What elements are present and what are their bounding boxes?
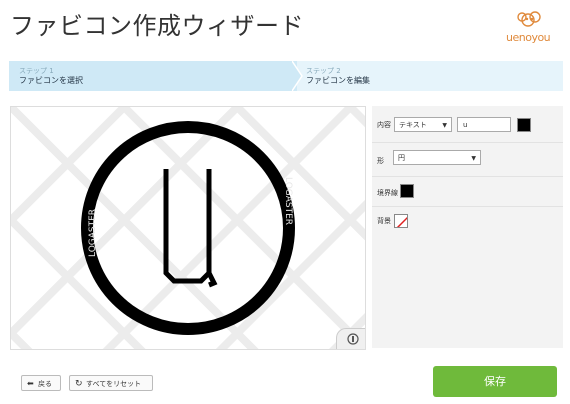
content-label: 内容 <box>377 121 391 129</box>
watermark-pattern <box>11 107 365 349</box>
content-text-input[interactable]: u <box>457 117 511 132</box>
shape-value: 円 <box>398 154 405 162</box>
wizard-steps: ステップ 1 ファビコンを選択 ステップ 2 ファビコンを編集 <box>9 61 563 91</box>
favicon-preview: LOGASTER LOGASTER <box>10 106 366 350</box>
refresh-icon: ↻ <box>75 379 83 389</box>
chevron-down-icon: ▼ <box>471 155 476 162</box>
content-row: 内容 テキスト ▼ u <box>372 106 563 143</box>
zoom-button[interactable] <box>336 328 365 349</box>
border-label: 境界線 <box>377 189 398 197</box>
page-title: ファビコン作成ウィザード <box>10 12 304 40</box>
logo-text: uenoyou <box>506 31 551 44</box>
step-arrow-icon <box>292 61 303 91</box>
reset-button[interactable]: ↻ すべてをリセット <box>69 375 153 391</box>
settings-panel: 内容 テキスト ▼ u 形 円 ▼ 境界線 背景 <box>372 106 563 348</box>
content-type-select[interactable]: テキスト ▼ <box>394 117 452 132</box>
no-color-icon <box>396 216 407 227</box>
arrow-left-icon: ⬅ <box>27 379 34 388</box>
watermark-text: LOGASTER <box>88 209 98 257</box>
content-text-value: u <box>463 121 468 129</box>
chevron-down-icon: ▼ <box>442 122 447 129</box>
shape-row: 形 円 ▼ <box>372 143 563 177</box>
favicon-canvas: LOGASTER LOGASTER <box>11 107 365 349</box>
background-color-swatch[interactable] <box>394 214 408 228</box>
step-2-label: ファビコンを編集 <box>306 76 370 85</box>
step-1[interactable]: ステップ 1 ファビコンを選択 <box>9 61 297 91</box>
border-color-swatch[interactable] <box>400 184 414 198</box>
border-row: 境界線 <box>372 177 563 207</box>
shape-label: 形 <box>377 157 384 165</box>
back-label: 戻る <box>38 380 52 388</box>
background-row: 背景 <box>372 207 563 234</box>
step-1-label: ファビコンを選択 <box>19 76 83 85</box>
save-button[interactable]: 保存 <box>433 366 557 397</box>
shape-select[interactable]: 円 ▼ <box>393 150 481 165</box>
background-label: 背景 <box>377 217 391 225</box>
watermark-text: LOGASTER <box>283 177 293 225</box>
content-type-value: テキスト <box>399 121 427 129</box>
reset-label: すべてをリセット <box>86 380 142 388</box>
back-button[interactable]: ⬅ 戻る <box>21 375 61 391</box>
text-color-swatch[interactable] <box>517 118 531 132</box>
